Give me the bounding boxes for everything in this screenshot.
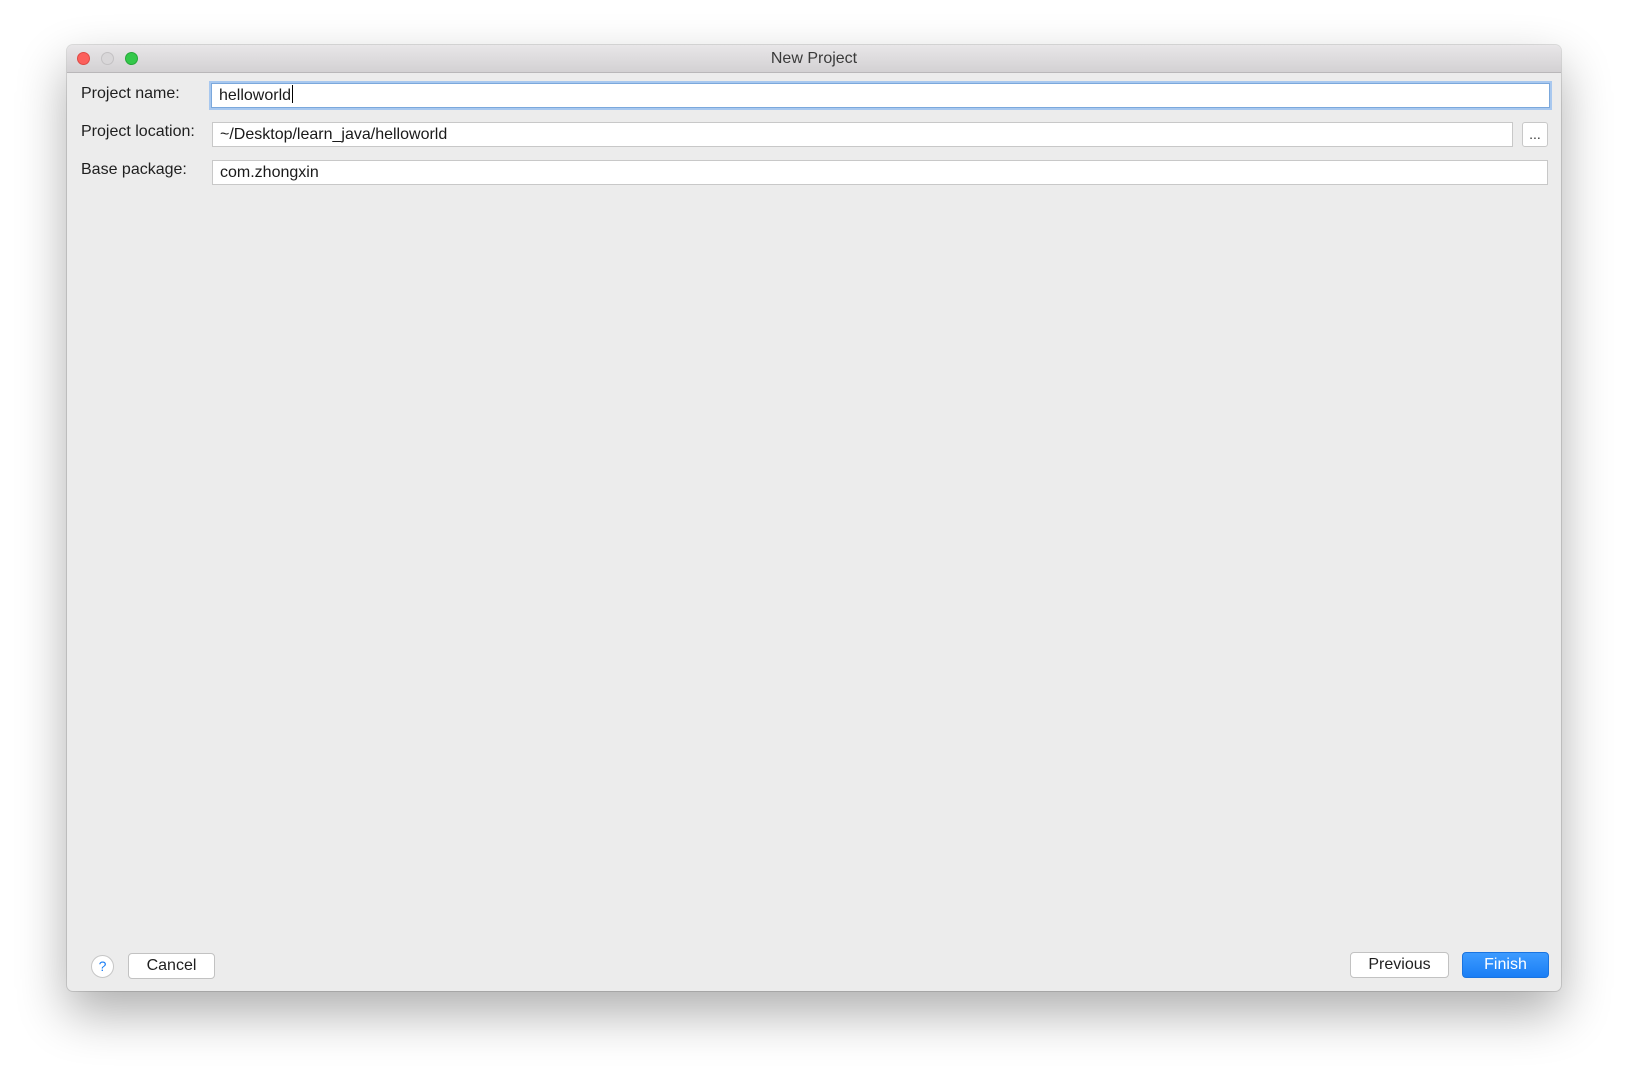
close-icon[interactable] bbox=[77, 52, 90, 65]
previous-button[interactable]: Previous bbox=[1350, 952, 1449, 978]
new-project-dialog: New Project Project name: helloworld Pro… bbox=[67, 45, 1561, 991]
cancel-button[interactable]: Cancel bbox=[128, 953, 215, 979]
base-package-input[interactable]: com.zhongxin bbox=[212, 160, 1548, 185]
project-location-value: ~/Desktop/learn_java/helloworld bbox=[220, 126, 448, 143]
help-icon[interactable]: ? bbox=[91, 955, 114, 978]
base-package-value: com.zhongxin bbox=[220, 164, 319, 181]
help-button-label: ? bbox=[98, 958, 107, 974]
zoom-icon[interactable] bbox=[125, 52, 138, 65]
title-bar[interactable]: New Project bbox=[67, 45, 1561, 73]
project-name-value: helloworld bbox=[219, 87, 292, 104]
project-location-input[interactable]: ~/Desktop/learn_java/helloworld bbox=[212, 122, 1513, 147]
project-name-input[interactable]: helloworld bbox=[211, 83, 1550, 108]
text-caret bbox=[292, 85, 294, 103]
project-location-label: Project location: bbox=[81, 123, 195, 140]
base-package-label: Base package: bbox=[81, 161, 187, 178]
project-name-label: Project name: bbox=[81, 85, 180, 102]
window-title: New Project bbox=[770, 50, 858, 67]
finish-button[interactable]: Finish bbox=[1462, 952, 1549, 978]
browse-location-button[interactable]: ... bbox=[1522, 122, 1548, 147]
ellipsis-icon: ... bbox=[1529, 126, 1541, 142]
minimize-icon bbox=[101, 52, 114, 65]
